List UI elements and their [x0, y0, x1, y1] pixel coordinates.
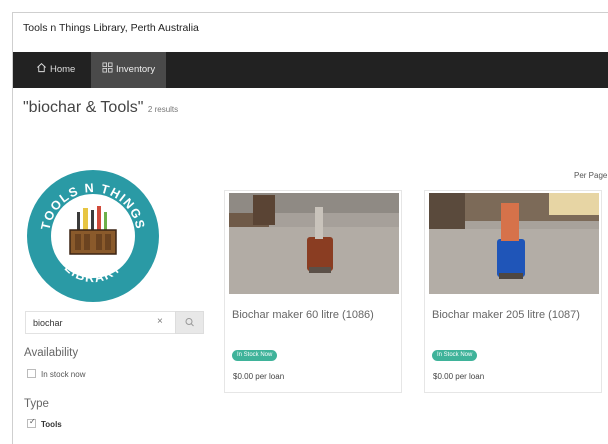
search-input[interactable] — [26, 312, 154, 333]
results-count: 2 results — [147, 105, 179, 114]
item-title[interactable]: Biochar maker 60 litre (1086) — [232, 308, 397, 323]
per-page-label[interactable]: Per Page — [574, 171, 607, 180]
site-title[interactable]: Tools n Things Library, Perth Australia — [23, 22, 199, 34]
grid-icon — [102, 62, 113, 73]
clear-search-icon[interactable]: × — [157, 316, 163, 327]
nav-home-label: Home — [50, 64, 76, 75]
search-box: × — [25, 311, 183, 334]
status-badge: In Stock Now — [432, 350, 478, 361]
item-card[interactable]: Biochar maker 60 litre (1086) In Stock N… — [224, 190, 402, 393]
item-photo[interactable] — [429, 193, 599, 294]
item-card[interactable]: Biochar maker 205 litre (1087) In Stock … — [424, 190, 602, 393]
nav-inventory[interactable]: Inventory — [91, 52, 167, 88]
nav-inventory-label: Inventory — [116, 64, 156, 75]
tools-label: Tools — [41, 420, 62, 429]
in-stock-filter[interactable]: In stock now — [27, 369, 85, 379]
tools-filter[interactable]: Tools — [27, 417, 62, 429]
query-heading: "biochar & Tools" — [23, 99, 144, 116]
home-icon — [37, 63, 46, 73]
nav-home[interactable]: Home — [25, 52, 86, 88]
item-title[interactable]: Biochar maker 205 litre (1087) — [432, 308, 597, 323]
status-badge: In Stock Now — [232, 350, 278, 361]
item-price: $0.00 per loan — [233, 372, 285, 381]
search-icon — [185, 318, 194, 327]
availability-facet-title: Availability — [24, 347, 79, 359]
main-navbar: Home Inventory — [13, 52, 608, 88]
search-button[interactable] — [175, 311, 204, 334]
tools-checkbox[interactable] — [27, 417, 36, 428]
page-frame: Tools n Things Library, Perth Australia … — [12, 12, 608, 444]
item-price: $0.00 per loan — [433, 372, 485, 381]
library-logo[interactable]: TOOLS N THINGS LIBRARY — [25, 168, 161, 304]
results-heading: "biochar & Tools" 2 results — [23, 99, 178, 117]
item-photo[interactable] — [229, 193, 399, 294]
in-stock-label: In stock now — [41, 370, 86, 379]
type-facet-title: Type — [24, 398, 49, 410]
in-stock-checkbox[interactable] — [27, 369, 36, 378]
